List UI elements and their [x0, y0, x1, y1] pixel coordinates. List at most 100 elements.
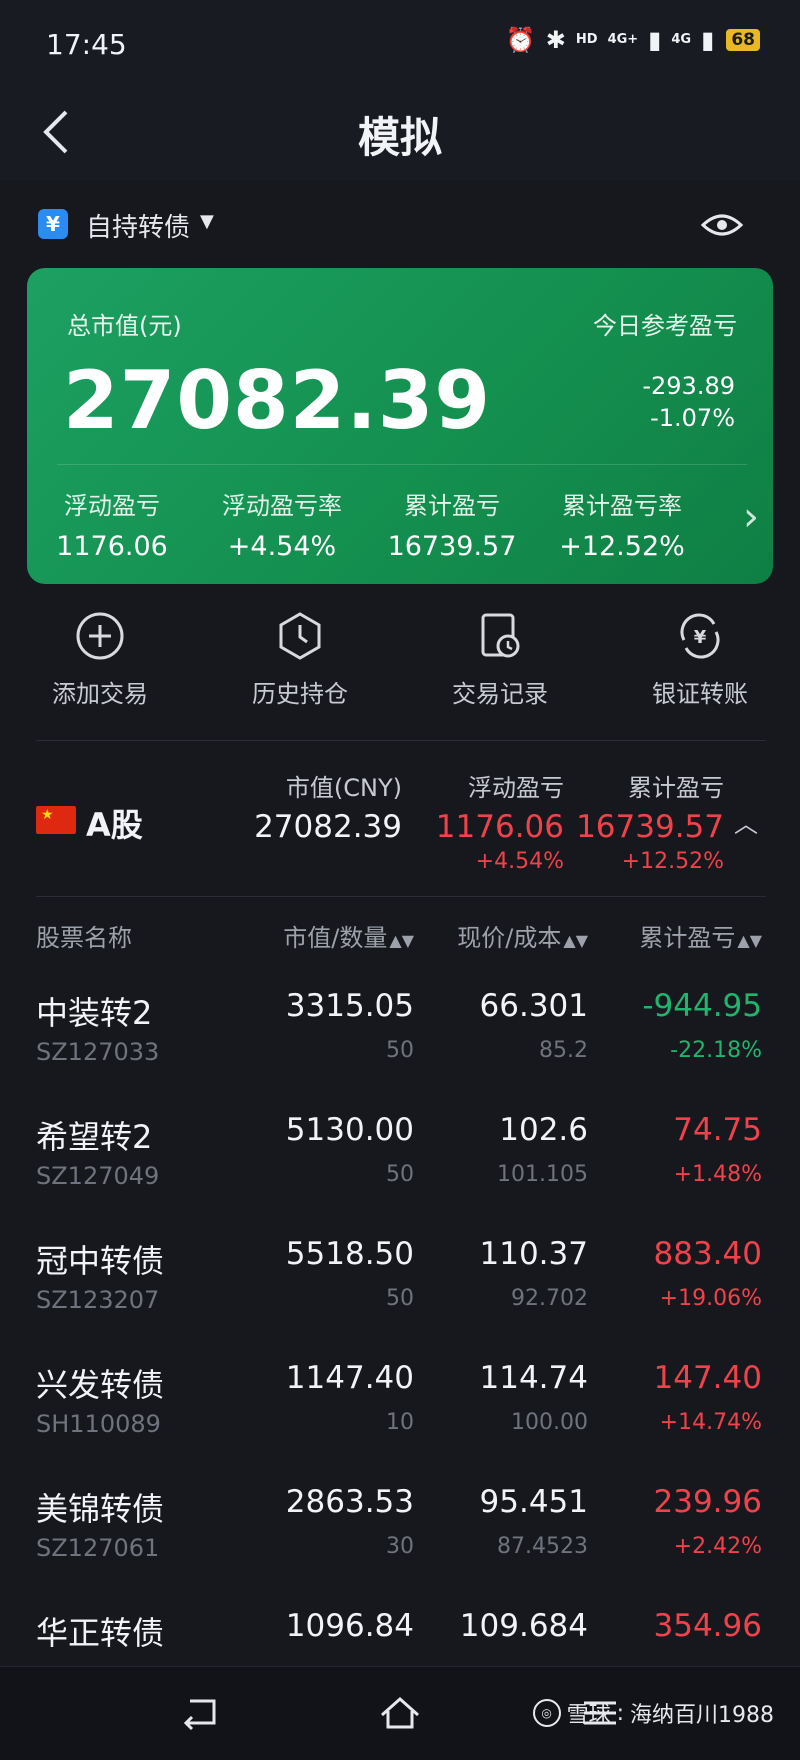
- chevron-up-icon[interactable]: ︿: [734, 804, 758, 839]
- cumulative-pl: 147.40: [653, 1360, 762, 1396]
- table-row[interactable]: 美锦转债 SZ127061 2863.53 30 95.451 87.4523 239.96…: [0, 1476, 800, 1600]
- stock-code: SH110089: [36, 1410, 161, 1438]
- stat-label: 浮动盈亏率: [222, 492, 342, 520]
- market-value: 5518.50: [285, 1236, 414, 1272]
- summary-card[interactable]: 总市值(元) 27082.39 今日参考盈亏 -293.89 -1.07% 浮动…: [27, 268, 773, 584]
- cumulative-pl-pct: +2.42%: [673, 1534, 762, 1559]
- home-nav-icon[interactable]: [378, 1693, 422, 1733]
- account-selector[interactable]: ¥ 自持转债 ▼: [0, 195, 800, 255]
- market-value: 1147.40: [285, 1360, 414, 1396]
- col-stock-name: 股票名称: [36, 924, 132, 952]
- chevron-right-icon[interactable]: ›: [743, 494, 759, 540]
- quantity: 30: [386, 1534, 414, 1559]
- stock-name: 冠中转债: [36, 1242, 165, 1280]
- stat-floating-pl: 浮动盈亏 1176.06: [27, 486, 197, 562]
- clock-hexagon-icon: [279, 612, 321, 660]
- account-name[interactable]: 自持转债: [86, 207, 190, 244]
- action-label: 银证转账: [652, 680, 748, 708]
- signal-icon-2: ▮: [701, 26, 715, 54]
- col-label: 累计盈亏: [639, 924, 736, 952]
- cumulative-pl: 239.96: [653, 1484, 762, 1520]
- current-price: 102.6: [499, 1112, 588, 1148]
- market-value-col: 市值(CNY) 27082.39: [254, 768, 402, 845]
- cumulative-pl: -944.95: [642, 988, 762, 1024]
- nav-header: 模拟: [0, 90, 800, 180]
- market-cum-value: 16739.57: [576, 809, 724, 845]
- stat-value: +12.52%: [559, 531, 685, 562]
- status-icons: ⏰ ✱ HD 4G+ ▮ 4G ▮ 68: [506, 26, 760, 54]
- today-pl-label: 今日参考盈亏: [593, 312, 737, 340]
- col-price-cost[interactable]: 现价/成本 ▲▼: [457, 918, 588, 953]
- market-value-label: 市值(CNY): [285, 774, 402, 802]
- col-market-value-qty[interactable]: 市值/数量 ▲▼: [283, 918, 414, 953]
- signal-icon: ▮: [648, 26, 662, 54]
- cost-price: 100.00: [511, 1410, 588, 1435]
- status-bar: 17:45 ⏰ ✱ HD 4G+ ▮ 4G ▮ 68: [0, 0, 800, 90]
- table-row[interactable]: 希望转2 SZ127049 5130.00 50 102.6 101.105 74.75 +1…: [0, 1104, 800, 1228]
- table-row[interactable]: 中装转2 SZ127033 3315.05 50 66.301 85.2 -944.95 -2…: [0, 980, 800, 1104]
- sort-icon: ▲▼: [563, 931, 588, 950]
- stock-code: SZ127033: [36, 1038, 160, 1066]
- back-nav-icon[interactable]: [178, 1693, 222, 1733]
- stat-floating-pl-rate: 浮动盈亏率 +4.54%: [197, 486, 367, 562]
- cost-price: 101.105: [497, 1162, 588, 1187]
- current-price: 95.451: [479, 1484, 588, 1520]
- stat-cumulative-pl: 累计盈亏 16739.57: [367, 486, 537, 562]
- history-holdings-button[interactable]: 历史持仓: [200, 604, 400, 709]
- cost-price: 85.2: [539, 1038, 588, 1063]
- bluetooth-icon: ✱: [545, 26, 566, 54]
- stat-label: 累计盈亏: [404, 492, 500, 520]
- eye-icon[interactable]: [700, 205, 744, 245]
- cumulative-pl-pct: +14.74%: [659, 1410, 762, 1435]
- china-flag-icon: ★: [36, 806, 76, 834]
- status-time: 17:45: [46, 28, 127, 61]
- quantity: 10: [386, 1410, 414, 1435]
- stock-code: SZ123207: [36, 1286, 160, 1314]
- stat-label: 浮动盈亏: [64, 492, 160, 520]
- market-float-col: 浮动盈亏 1176.06 +4.54%: [436, 768, 564, 874]
- market-float-pct: +4.54%: [475, 849, 564, 874]
- record-clock-icon: [481, 613, 520, 658]
- stat-value: +4.54%: [227, 531, 337, 562]
- bank-transfer-button[interactable]: ¥ 银证转账: [600, 604, 800, 709]
- plus-circle-icon: [76, 612, 124, 660]
- quantity: 50: [386, 1038, 414, 1063]
- snowball-logo-icon: ◎: [532, 1699, 561, 1727]
- table-row[interactable]: 兴发转债 SH110089 1147.40 10 114.74 100.00 147.40 +…: [0, 1352, 800, 1476]
- stock-name: 兴发转债: [36, 1366, 165, 1404]
- stock-name: 美锦转债: [36, 1490, 165, 1528]
- add-trade-button[interactable]: 添加交易: [0, 604, 200, 709]
- total-market-value-label: 总市值(元): [67, 312, 182, 340]
- action-label: 历史持仓: [252, 680, 348, 708]
- cumulative-pl-pct: +1.48%: [673, 1162, 762, 1187]
- yuan-transfer-icon: ¥: [680, 613, 720, 659]
- today-pl-amount: -293.89: [642, 372, 735, 400]
- market-summary-row[interactable]: ★ A股 市值(CNY) 27082.39 浮动盈亏 1176.06 +4.54…: [0, 758, 800, 888]
- total-market-value: 27082.39: [63, 354, 492, 447]
- col-cumulative-pl[interactable]: 累计盈亏 ▲▼: [639, 918, 762, 953]
- current-price: 109.684: [459, 1608, 588, 1644]
- svg-text:¥: ¥: [694, 627, 707, 648]
- market-name: A股: [86, 806, 143, 844]
- system-nav-bar: ◎ 雪球 : 海纳百川1988: [0, 1666, 800, 1760]
- sort-icon: ▲▼: [737, 931, 762, 950]
- current-price: 110.37: [479, 1236, 588, 1272]
- watermark: ◎ 雪球 : 海纳百川1988: [532, 1697, 774, 1729]
- caret-down-icon[interactable]: ▼: [200, 211, 214, 232]
- cumulative-pl-pct: +19.06%: [659, 1286, 762, 1311]
- col-label: 现价/成本: [457, 924, 562, 952]
- cost-price: 92.702: [511, 1286, 588, 1311]
- market-float-label: 浮动盈亏: [468, 774, 564, 802]
- action-label: 交易记录: [452, 680, 548, 708]
- quantity: 50: [386, 1286, 414, 1311]
- quick-actions: 添加交易 历史持仓 交易记录 ¥ 银证转账: [0, 604, 800, 714]
- market-value: 1096.84: [285, 1608, 414, 1644]
- market-cum-col: 累计盈亏 16739.57 +12.52%: [576, 768, 724, 874]
- cumulative-pl: 354.96: [653, 1608, 762, 1644]
- stat-value: 1176.06: [56, 531, 168, 562]
- trade-records-button[interactable]: 交易记录: [400, 604, 600, 709]
- stock-code: SZ127061: [36, 1534, 160, 1562]
- table-row[interactable]: 冠中转债 SZ123207 5518.50 50 110.37 92.702 883.40 +…: [0, 1228, 800, 1352]
- market-value: 5130.00: [285, 1112, 414, 1148]
- divider: [36, 896, 766, 897]
